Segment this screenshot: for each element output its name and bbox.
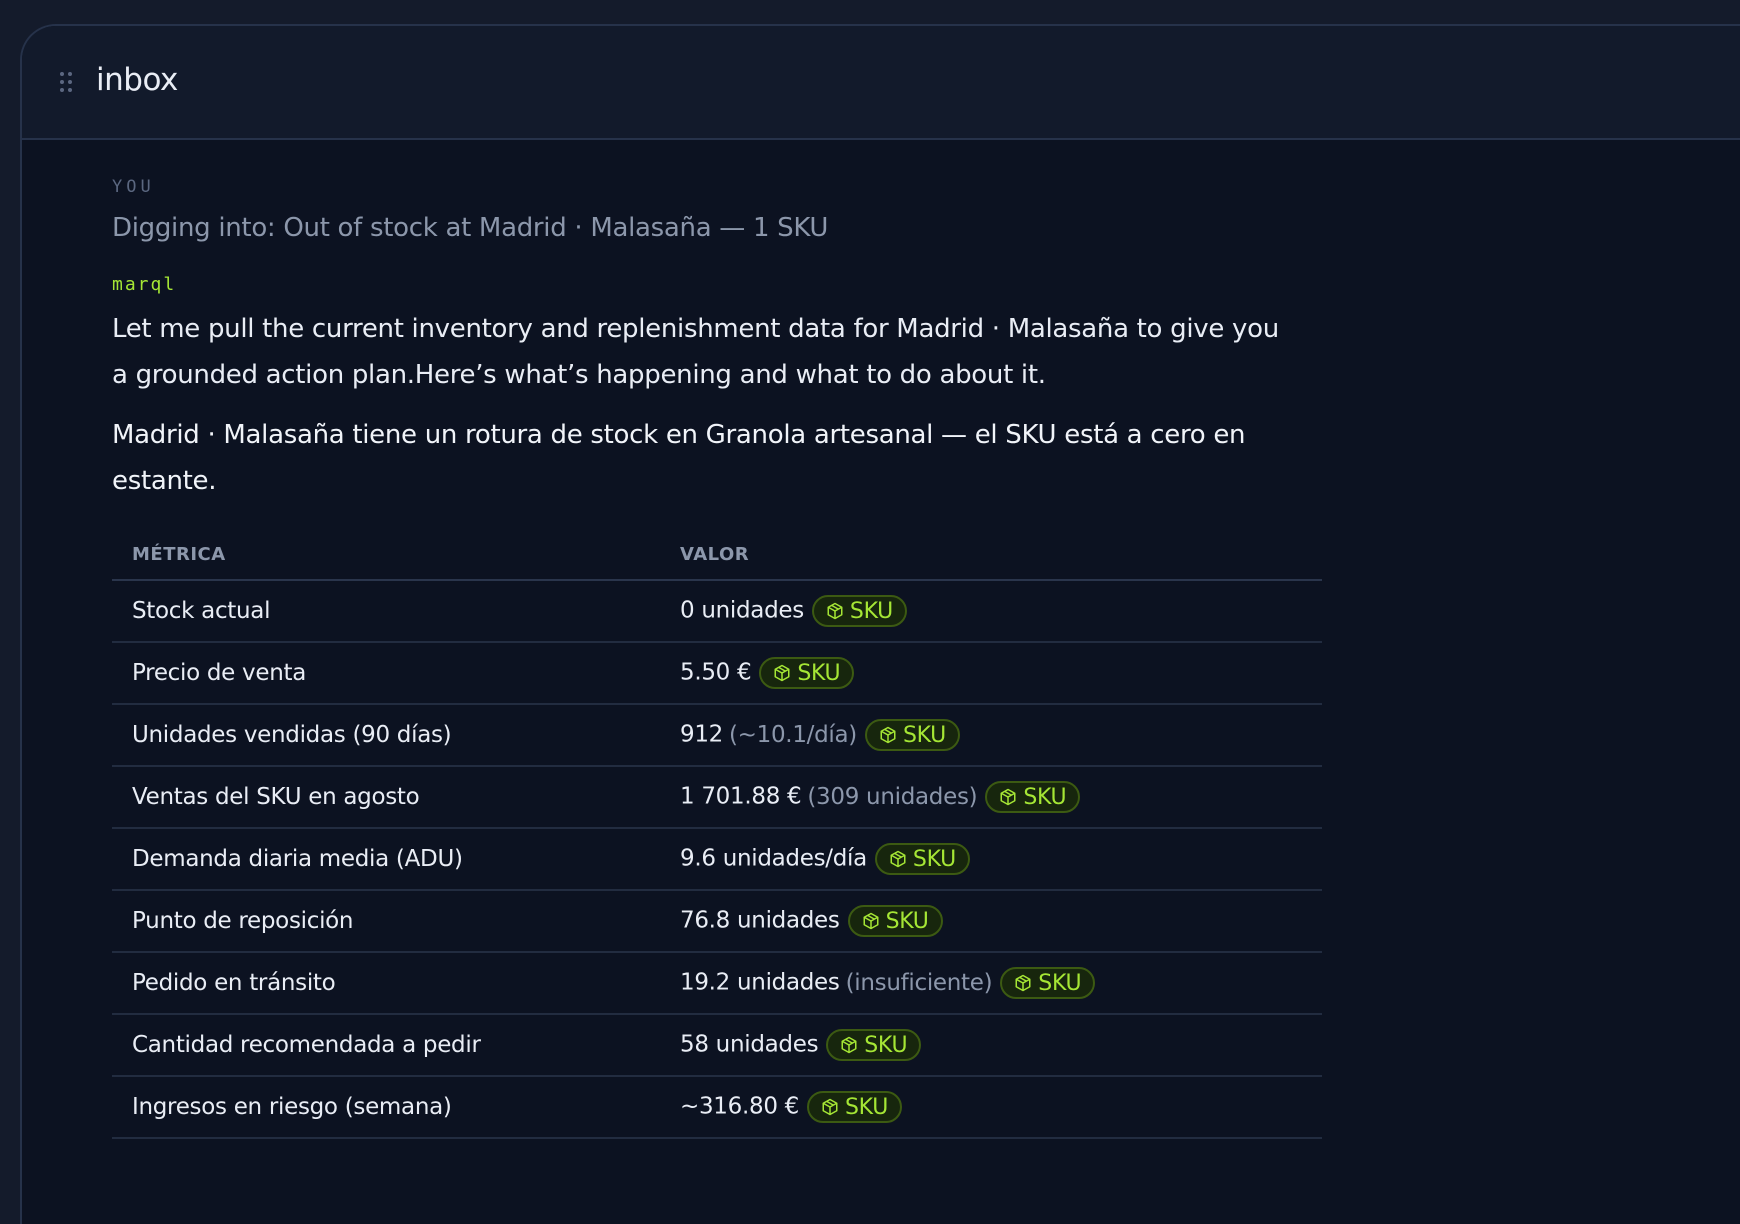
package-icon <box>880 726 896 744</box>
value-text: 19.2 unidades <box>680 969 840 996</box>
sku-badge-label: SKU <box>1038 970 1082 996</box>
metric-cell: Ventas del SKU en agosto <box>112 766 660 829</box>
table-row: Cantidad recomendada a pedir 58 unidades… <box>112 1014 1322 1077</box>
value-cell: ~316.80 € SKU <box>660 1076 1322 1139</box>
table-row: Punto de reposición 76.8 unidades SKU <box>112 890 1322 953</box>
user-label: YOU <box>112 177 155 197</box>
panel-header: inbox <box>22 26 1740 140</box>
value-cell: 58 unidades SKU <box>660 1014 1322 1077</box>
metric-cell: Ingresos en riesgo (semana) <box>112 1076 660 1139</box>
drag-handle-icon[interactable] <box>60 72 74 94</box>
sku-badge[interactable]: SKU <box>864 719 960 751</box>
inbox-panel: inbox YOU Digging into: Out of stock at … <box>20 24 1740 1224</box>
table-row: Stock actual 0 unidades SKU <box>112 580 1322 643</box>
package-icon <box>1015 974 1031 992</box>
sku-badge[interactable]: SKU <box>1000 967 1096 999</box>
value-cell: 1 701.88 € (309 unidades) SKU <box>660 766 1322 829</box>
value-cell: 5.50 € SKU <box>660 642 1322 705</box>
sku-badge-label: SKU <box>912 846 956 872</box>
sku-badge[interactable]: SKU <box>811 595 907 627</box>
value-note: (insuficiente) <box>845 969 993 996</box>
value-text: 9.6 unidades/día <box>680 845 867 872</box>
package-icon <box>822 1098 838 1116</box>
value-text: 5.50 € <box>680 659 752 686</box>
value-text: 0 unidades <box>680 597 804 624</box>
value-cell: 0 unidades SKU <box>660 580 1322 643</box>
package-icon <box>827 602 843 620</box>
package-icon <box>890 850 906 868</box>
value-cell: 76.8 unidades SKU <box>660 890 1322 953</box>
package-icon <box>774 664 790 682</box>
agent-label: marql <box>112 274 177 295</box>
column-header-value: VALOR <box>660 534 1322 581</box>
value-text: ~316.80 € <box>680 1093 799 1120</box>
metric-cell: Unidades vendidas (90 días) <box>112 704 660 767</box>
table-row: Precio de venta 5.50 € SKU <box>112 642 1322 705</box>
column-header-metric: MÉTRICA <box>112 534 660 581</box>
sku-badge[interactable]: SKU <box>985 781 1081 813</box>
sku-badge-label: SKU <box>885 908 929 934</box>
metric-cell: Demanda diaria media (ADU) <box>112 828 660 891</box>
sku-badge-label: SKU <box>849 598 893 624</box>
sku-badge-label: SKU <box>797 660 841 686</box>
metric-cell: Cantidad recomendada a pedir <box>112 1014 660 1077</box>
table-row: Demanda diaria media (ADU) 9.6 unidades/… <box>112 828 1322 891</box>
value-cell: 19.2 unidades (insuficiente) SKU <box>660 952 1322 1015</box>
sku-badge-label: SKU <box>1023 784 1067 810</box>
metrics-table: MÉTRICA VALOR Stock actual 0 unidades SKU… <box>112 534 1322 1139</box>
value-text: 1 701.88 € <box>680 783 802 810</box>
table-row: Ingresos en riesgo (semana) ~316.80 € SKU <box>112 1076 1322 1139</box>
user-message: Digging into: Out of stock at Madrid · M… <box>112 213 829 243</box>
sku-badge-label: SKU <box>845 1094 889 1120</box>
metric-cell: Pedido en tránsito <box>112 952 660 1015</box>
conversation: YOU Digging into: Out of stock at Madrid… <box>112 176 1332 1139</box>
table-row: Pedido en tránsito 19.2 unidades (insufic… <box>112 952 1322 1015</box>
value-cell: 9.6 unidades/día SKU <box>660 828 1322 891</box>
sku-badge[interactable]: SKU <box>759 657 855 689</box>
value-note: (309 unidades) <box>807 783 978 810</box>
sku-badge[interactable]: SKU <box>874 843 970 875</box>
sku-badge[interactable]: SKU <box>807 1091 903 1123</box>
sku-badge-label: SKU <box>864 1032 908 1058</box>
value-text: 76.8 unidades <box>680 907 840 934</box>
metric-cell: Stock actual <box>112 580 660 643</box>
sku-badge[interactable]: SKU <box>826 1029 922 1061</box>
agent-summary: Madrid · Malasaña tiene un rotura de sto… <box>112 420 1246 496</box>
package-icon <box>863 912 879 930</box>
sku-badge-label: SKU <box>902 722 946 748</box>
value-note: (~10.1/día) <box>729 721 857 748</box>
package-icon <box>841 1036 857 1054</box>
agent-message: Let me pull the current inventory and re… <box>112 314 1279 390</box>
sku-badge[interactable]: SKU <box>847 905 943 937</box>
metric-cell: Punto de reposición <box>112 890 660 953</box>
value-text: 58 unidades <box>680 1031 819 1058</box>
table-row: Ventas del SKU en agosto 1 701.88 € (309 … <box>112 766 1322 829</box>
table-header-row: MÉTRICA VALOR <box>112 534 1322 581</box>
value-cell: 912 (~10.1/día) SKU <box>660 704 1322 767</box>
package-icon <box>1000 788 1016 806</box>
panel-title: inbox <box>96 62 178 98</box>
metric-cell: Precio de venta <box>112 642 660 705</box>
value-text: 912 <box>680 721 723 748</box>
table-row: Unidades vendidas (90 días) 912 (~10.1/dí… <box>112 704 1322 767</box>
